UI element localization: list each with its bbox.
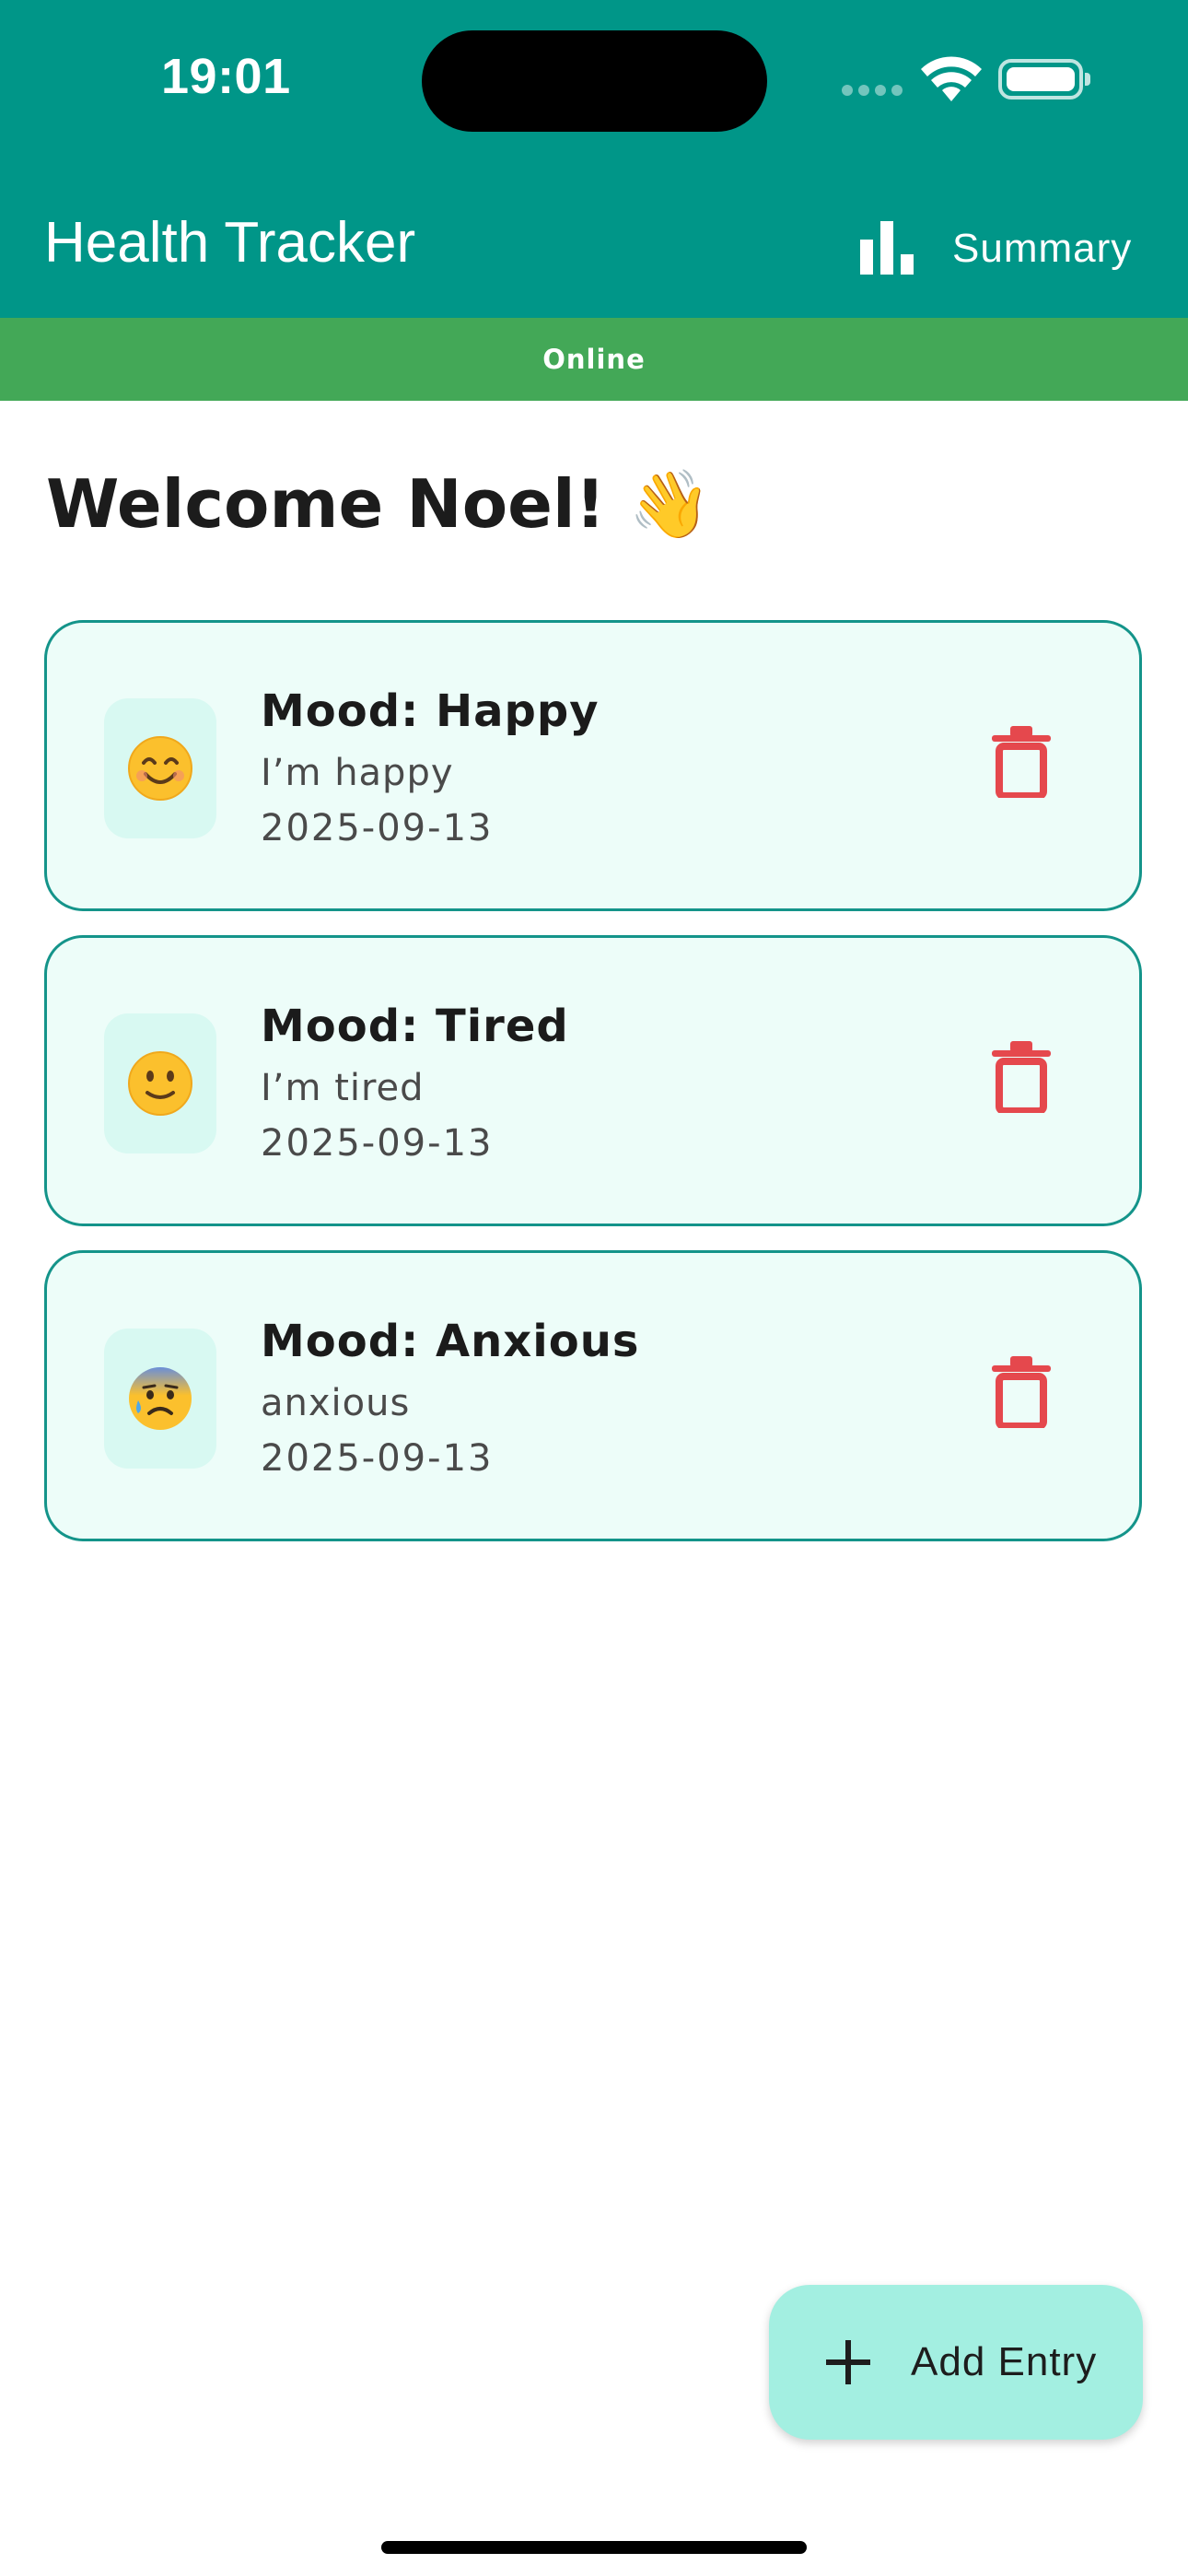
slight-smile-icon xyxy=(128,1051,192,1116)
summary-label: Summary xyxy=(952,226,1133,271)
battery-icon xyxy=(998,59,1090,100)
mood-title: Mood: Happy xyxy=(261,685,600,737)
mood-entry-card[interactable]: Mood: Happy I’m happy 2025-09-13 xyxy=(44,620,1142,911)
mood-date: 2025-09-13 xyxy=(261,1122,494,1165)
mood-title: Mood: Tired xyxy=(261,1001,569,1052)
delete-icon[interactable] xyxy=(988,1039,1054,1113)
mood-date: 2025-09-13 xyxy=(261,1437,494,1480)
mood-title: Mood: Anxious xyxy=(261,1316,640,1367)
wifi-icon xyxy=(921,56,982,101)
delete-icon[interactable] xyxy=(988,724,1054,798)
smiling-face-icon xyxy=(128,736,192,801)
mood-emoji-tile xyxy=(104,1329,216,1469)
mood-date: 2025-09-13 xyxy=(261,807,494,849)
add-entry-label: Add Entry xyxy=(911,2339,1098,2384)
mood-note: anxious xyxy=(261,1382,411,1424)
plus-icon xyxy=(826,2340,870,2384)
cellular-signal-icon xyxy=(842,81,904,96)
add-entry-button[interactable]: Add Entry xyxy=(769,2285,1143,2440)
home-indicator xyxy=(381,2541,807,2554)
app-title: Health Tracker xyxy=(44,211,416,275)
mood-entry-card[interactable]: Mood: Tired I’m tired 2025-09-13 xyxy=(44,935,1142,1226)
summary-button[interactable]: Summary xyxy=(847,203,1151,295)
bar-chart-icon xyxy=(860,221,914,275)
dynamic-island xyxy=(422,30,767,132)
status-bar: 19:01 xyxy=(0,0,1188,184)
connection-status-banner: Online xyxy=(0,318,1188,401)
anxious-face-icon xyxy=(129,1367,192,1430)
status-time: 19:01 xyxy=(161,49,291,104)
welcome-heading: Welcome Noel! 👋 xyxy=(46,465,712,543)
mood-emoji-tile xyxy=(104,698,216,838)
mood-note: I’m happy xyxy=(261,752,454,794)
app-bar: Health Tracker Summary xyxy=(0,184,1188,318)
mood-emoji-tile xyxy=(104,1013,216,1153)
mood-entry-card[interactable]: Mood: Anxious anxious 2025-09-13 xyxy=(44,1250,1142,1541)
delete-icon[interactable] xyxy=(988,1354,1054,1428)
mood-note: I’m tired xyxy=(261,1067,425,1109)
